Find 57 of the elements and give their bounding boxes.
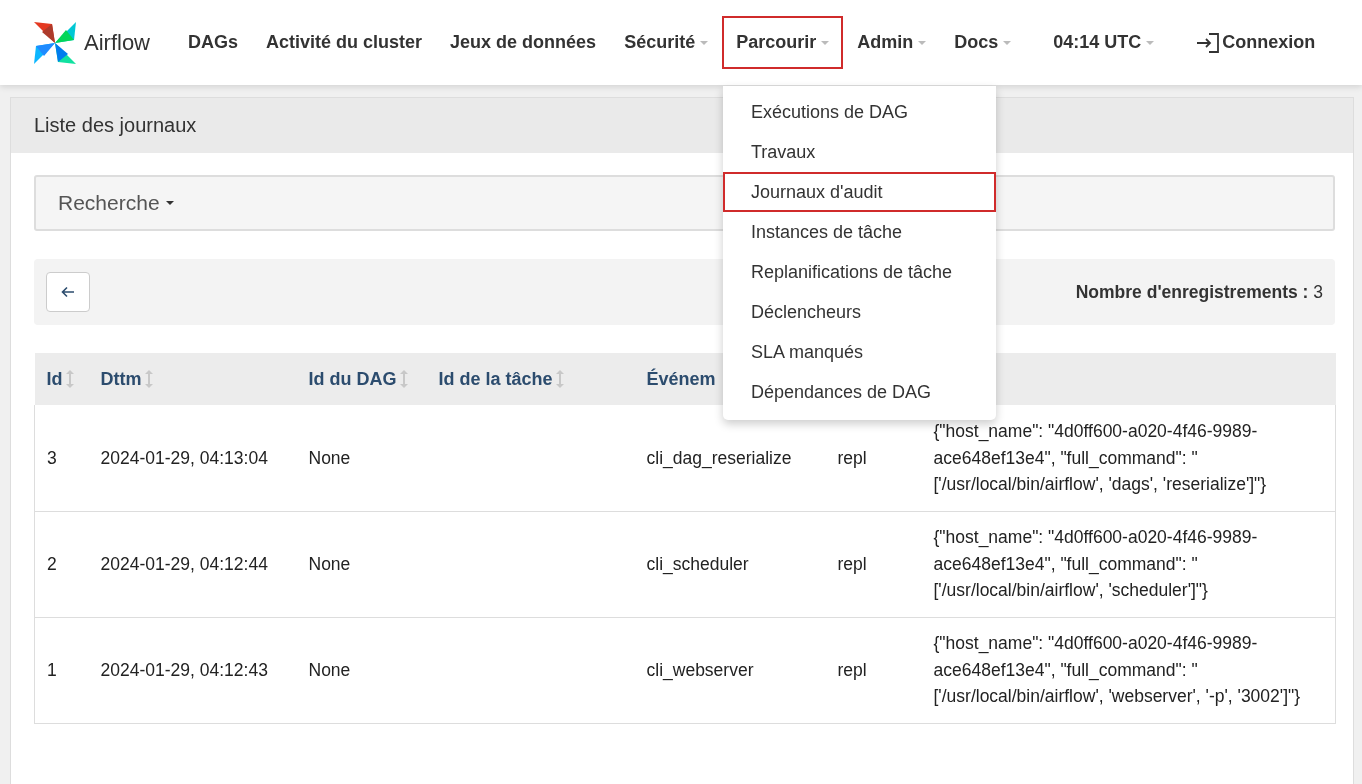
record-count: Nombre d'enregistrements : 3 (1075, 281, 1323, 303)
table-cell: {"host_name": "4d0ff600-a020-4f46-9989-ace648ef13e4", "full_command": "['/usr/local/bin/airflow', 'webserver', '-p', '3002']"} (933, 633, 1301, 707)
nav-link[interactable]: Admin (843, 20, 941, 65)
caret-icon (1146, 40, 1155, 45)
sort-icon (65, 370, 74, 388)
nav-link[interactable]: Jeux de données (436, 20, 611, 65)
table-cell: 1 (47, 659, 57, 680)
table-cell: repl (837, 447, 867, 468)
sort-icon (144, 370, 153, 388)
menu-item[interactable]: Replanifications de tâche (723, 252, 996, 292)
column-header[interactable]: Dttm (100, 368, 153, 390)
table-cell: cli_webserver (646, 659, 754, 680)
sort-icon (399, 370, 408, 388)
menu-item[interactable]: Exécutions de DAG (723, 92, 996, 132)
nav-link[interactable]: Activité du cluster (252, 20, 437, 65)
column-header[interactable]: Id (46, 368, 74, 390)
nav-link[interactable]: DAGs (174, 20, 253, 65)
login-link[interactable]: Connexion (1182, 19, 1322, 66)
table-cell: {"host_name": "4d0ff600-a020-4f46-9989-ace648ef13e4", "full_command": "['/usr/local/bin/airflow', 'dags', 'reserialize']"} (933, 421, 1267, 494)
nav-link[interactable]: Docs (940, 20, 1026, 65)
table-cell: repl (837, 553, 867, 574)
menu-item[interactable]: Travaux (723, 132, 996, 172)
menu-item[interactable]: Déclencheurs (723, 292, 996, 332)
table-cell: repl (837, 659, 867, 680)
brand-name[interactable]: Airflow (84, 29, 150, 56)
sort-icon (555, 370, 564, 388)
menu-item[interactable]: Journaux d'audit (723, 172, 996, 212)
caret-icon (700, 40, 709, 45)
back-arrow-icon (61, 286, 75, 298)
table-cell: 2024-01-29, 04:12:43 (100, 659, 268, 680)
table-cell: 3 (47, 447, 57, 468)
table-cell: {"host_name": "4d0ff600-a020-4f46-9989-ace648ef13e4", "full_command": "['/usr/local/bin/airflow', 'scheduler']"} (933, 527, 1258, 601)
table-cell: 2024-01-29, 04:12:44 (100, 553, 268, 574)
sign-in-icon (1196, 31, 1221, 54)
column-header[interactable]: Événem (646, 368, 716, 390)
column-header[interactable]: Id du DAG (308, 368, 408, 390)
table-cell: None (308, 553, 351, 574)
column-header[interactable]: Id de la tâche (438, 368, 564, 390)
nav-link[interactable]: Parcourir (722, 16, 844, 69)
table-cell: None (308, 447, 351, 468)
menu-item[interactable]: Dépendances de DAG (723, 372, 996, 412)
panel-title: Liste des journaux (34, 114, 197, 137)
caret-icon (918, 40, 927, 45)
caret-icon (165, 201, 174, 205)
clock-menu[interactable]: 04:14 UTC (1039, 20, 1169, 65)
table-cell: cli_dag_reserialize (646, 447, 792, 468)
search-dropdown[interactable]: Recherche (36, 191, 174, 215)
table-cell: 2024-01-29, 04:13:04 (100, 447, 268, 468)
table-cell: cli_scheduler (646, 553, 749, 574)
nav-link[interactable]: Sécurité (610, 20, 723, 65)
menu-item[interactable]: Instances de tâche (723, 212, 996, 252)
table-cell: 2 (47, 553, 57, 574)
caret-icon (1003, 40, 1012, 45)
table-cell: None (308, 659, 351, 680)
caret-icon (821, 40, 830, 45)
back-button[interactable] (46, 272, 90, 312)
menu-item[interactable]: SLA manqués (723, 332, 996, 372)
